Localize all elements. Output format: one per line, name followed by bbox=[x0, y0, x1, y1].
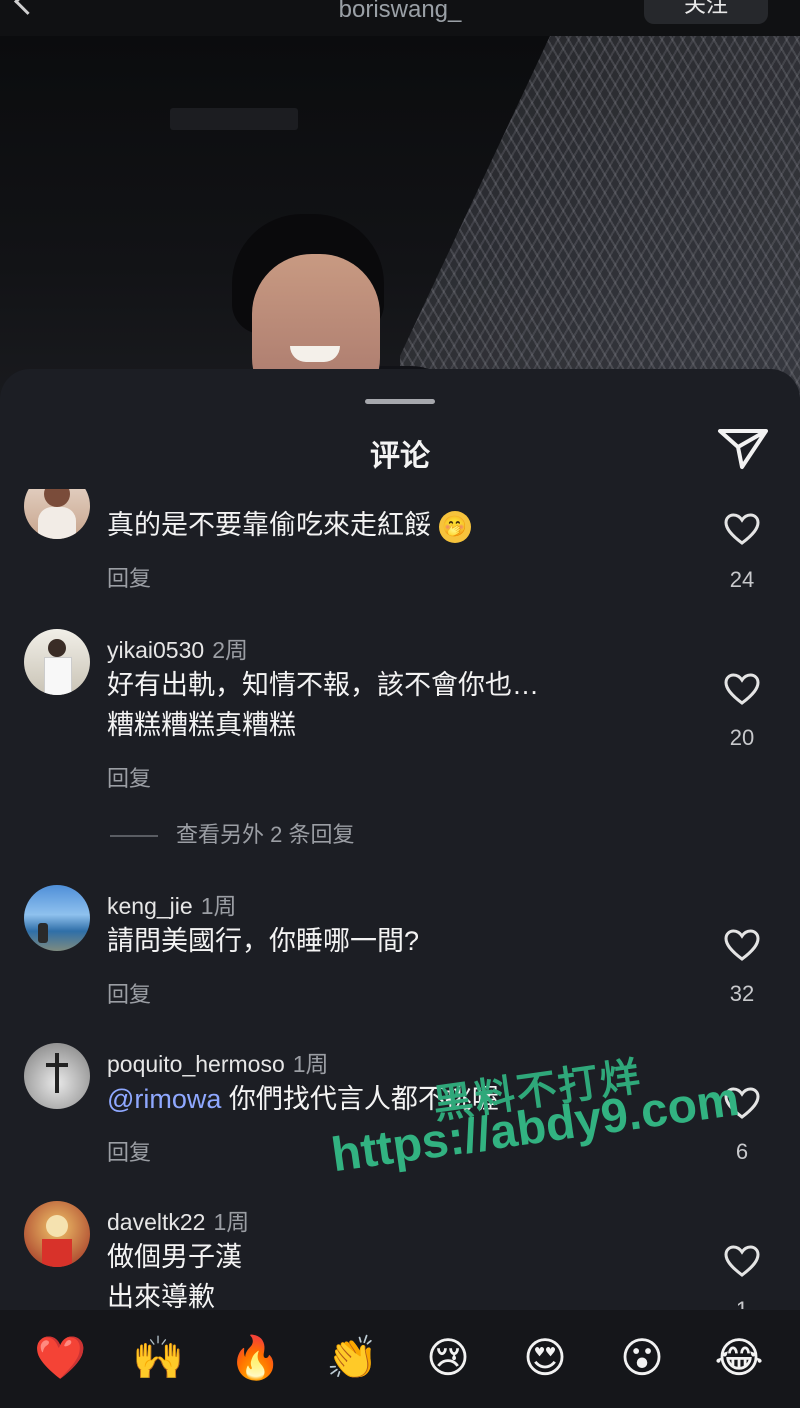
like-count: 24 bbox=[729, 567, 755, 592]
comment-meta: daveltk22 1周 bbox=[107, 1203, 249, 1237]
avatar[interactable] bbox=[24, 885, 90, 951]
tears-of-joy-reaction[interactable]: 😂 bbox=[713, 1332, 765, 1384]
like-count: 32 bbox=[729, 981, 755, 1006]
comment-meta: yikai0530 2周 bbox=[107, 631, 248, 665]
crying-face-reaction[interactable]: 😢 bbox=[422, 1332, 474, 1384]
comment-meta: poquito_hermoso 1周 bbox=[107, 1045, 329, 1079]
send-icon[interactable] bbox=[716, 425, 770, 471]
reply-button[interactable]: 回复 bbox=[107, 761, 151, 793]
comment-username[interactable]: keng_jie bbox=[107, 893, 193, 919]
comment-text: 請問美國行，你睡哪一間? bbox=[107, 926, 420, 956]
comment-meta: keng_jie 1周 bbox=[107, 887, 236, 921]
heart-eyes-reaction[interactable]: 😍 bbox=[519, 1332, 571, 1384]
sheet-title: 评论 bbox=[370, 440, 430, 473]
heart-icon[interactable] bbox=[724, 673, 760, 705]
red-heart-reaction[interactable]: ❤️ bbox=[34, 1332, 86, 1384]
reply-button[interactable]: 回复 bbox=[107, 561, 151, 593]
follow-button[interactable]: 关注 bbox=[644, 0, 768, 24]
comment-username[interactable]: yikai0530 bbox=[107, 637, 204, 663]
reply-button[interactable]: 回复 bbox=[107, 977, 151, 1009]
comment-list[interactable]: 真的是不要靠偷吃來走紅餒 🤭 回复 24 yikai0530 2周 好有出軌，知情… bbox=[0, 489, 800, 1309]
heart-icon[interactable] bbox=[724, 1245, 760, 1277]
comment-time: 1周 bbox=[292, 1051, 329, 1077]
heart-icon[interactable] bbox=[724, 513, 760, 545]
comment-time: 2周 bbox=[212, 637, 248, 663]
top-bar: boriswang_ 关注 bbox=[0, 0, 800, 36]
comment-text-line2: 糟糕糟糕真糟糕 bbox=[107, 710, 296, 740]
raising-hands-reaction[interactable]: 🙌 bbox=[132, 1332, 184, 1384]
comment-text-line1: 好有出軌，知情不報，該不會你也… bbox=[107, 670, 539, 700]
comment-text-line1: 做個男子漢 bbox=[107, 1242, 242, 1272]
comment-mention[interactable]: @rimowa bbox=[107, 1084, 221, 1114]
like-count: 20 bbox=[729, 725, 755, 750]
fire-reaction[interactable]: 🔥 bbox=[229, 1332, 281, 1384]
avatar[interactable] bbox=[24, 629, 90, 695]
comment-text: 真的是不要靠偷吃來走紅餒 🤭 bbox=[107, 505, 471, 545]
divider-line bbox=[110, 835, 158, 838]
like-count: 1 bbox=[700, 1297, 784, 1309]
like-count: 6 bbox=[735, 1139, 749, 1164]
video-background bbox=[0, 36, 800, 416]
avatar[interactable] bbox=[24, 1043, 90, 1109]
avatar[interactable] bbox=[24, 489, 90, 539]
comment-time: 1周 bbox=[213, 1209, 250, 1235]
reply-button[interactable]: 回复 bbox=[107, 1135, 151, 1167]
surprised-face-reaction[interactable]: 😮 bbox=[616, 1332, 668, 1384]
comment-time: 1周 bbox=[200, 893, 237, 919]
comment-username[interactable]: poquito_hermoso bbox=[107, 1051, 285, 1077]
clapping-hands-reaction[interactable]: 👏 bbox=[326, 1332, 378, 1384]
comment-text-line2: 出來導歉 bbox=[107, 1282, 215, 1309]
comment-username[interactable]: daveltk22 bbox=[107, 1209, 205, 1235]
heart-icon[interactable] bbox=[724, 929, 760, 961]
ceiling-light bbox=[170, 108, 298, 130]
view-more-replies[interactable]: 查看另外 2 条回复 bbox=[110, 817, 354, 849]
comments-sheet: 评论 真的是不要靠偷吃來走紅餒 🤭 回复 24 yikai0530 2周 好有出… bbox=[0, 369, 800, 1408]
face-with-hand-over-mouth-icon: 🤭 bbox=[438, 510, 471, 543]
avatar[interactable] bbox=[24, 1201, 90, 1267]
sheet-drag-handle[interactable] bbox=[365, 399, 435, 404]
emoji-reaction-bar: ❤️ 🙌 🔥 👏 😢 😍 😮 😂 bbox=[0, 1310, 800, 1408]
mesh-wall bbox=[400, 36, 800, 416]
